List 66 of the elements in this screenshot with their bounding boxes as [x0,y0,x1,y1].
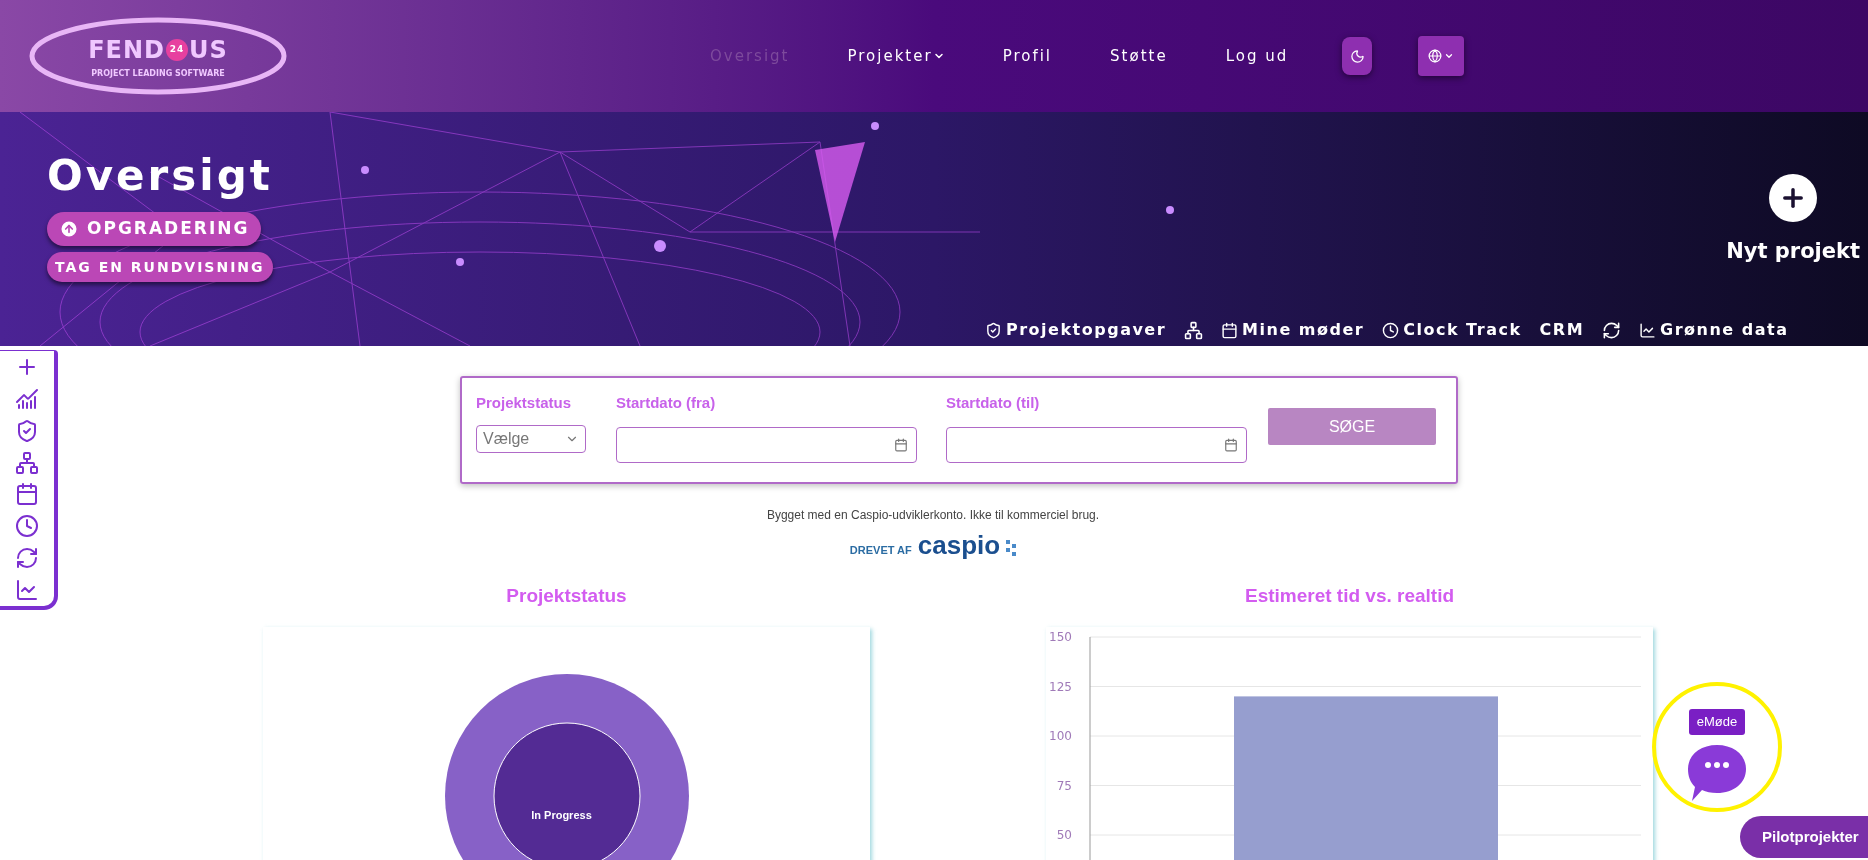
calendar-icon [894,437,908,452]
pilot-projects-button[interactable]: Pilotprojekter [1740,816,1868,858]
y-axis-tick: 150 [1049,629,1072,644]
developer-account-note: Bygget med en Caspio-udviklerkonto. Ikke til kommerciel brug. [766,507,1100,524]
date-input-field[interactable] [946,426,1247,463]
chart-icon [15,386,39,411]
page-title: Oversigt [47,150,273,202]
quick-link[interactable]: Mine møder [1221,318,1365,342]
logo-squares-icon [1006,538,1019,558]
sidebar-tool[interactable] [15,482,39,507]
team-cycle-icon [1602,320,1622,340]
quick-icon-link[interactable] [1184,320,1204,340]
chart-title: Estimeret tid vs. realtid [1243,584,1456,608]
hierarchy-icon [15,450,39,475]
chat-bubble-icon[interactable] [1686,742,1748,803]
y-axis-tick: 125 [1049,679,1072,693]
donut-label: In Progress [531,807,592,823]
logo-text: FEND [88,35,165,66]
caret-icon [1444,51,1455,61]
calendar-icon [1224,437,1238,452]
field-label: Startdato (fra) [616,393,717,413]
quick-icon-link[interactable] [1602,320,1622,340]
line-chart-icon [1639,321,1657,339]
quick-link[interactable]: Projektopgaver [985,318,1167,342]
new-project-button[interactable] [1769,174,1818,222]
quick-link[interactable]: Clock Track [1382,318,1522,342]
caspio-logo: caspio [917,532,1001,558]
arrow-up-icon [59,219,79,239]
chart-title: Projektstatus [505,584,628,608]
nav-link[interactable]: Støtte [1110,44,1168,68]
quick-link[interactable]: Grønne data [1639,318,1789,342]
sidebar-tool[interactable] [15,577,39,602]
calendar-icon [1221,321,1239,339]
tour-button[interactable]: TAG EN RUNDVISNING [47,252,273,282]
field-label: Startdato (til) [946,393,1041,413]
y-axis-tick: 100 [1049,728,1072,743]
logo-badge: 24 [166,39,188,61]
sidebar-tool[interactable] [15,450,39,475]
chat-tooltip: eMøde [1688,709,1746,735]
clock-icon [1382,321,1400,339]
line-chart-icon [15,577,39,602]
moon-icon [1349,48,1365,64]
upgrade-button[interactable]: OPGRADERING [47,212,262,246]
date-input-field[interactable] [616,426,917,463]
y-axis-tick: 75 [1056,778,1072,792]
dark-mode-button[interactable] [1342,37,1373,75]
logo-tagline: PROJECT LEADING SOFTWARE [91,68,225,80]
status-select[interactable]: Vælge [476,424,586,453]
quick-link[interactable]: CRM [1539,318,1585,342]
logo-text: US [189,35,228,66]
nav-link[interactable]: Projekter [847,44,945,68]
new-project-label: Nyt projekt [1726,238,1860,265]
field-label: Projektstatus [476,393,573,413]
y-axis-tick: 50 [1056,827,1072,842]
globe-icon [1428,49,1443,63]
team-cycle-icon [15,546,39,571]
hierarchy-icon [1184,320,1204,340]
nav-link[interactable]: Profil [1002,44,1053,68]
sidebar-tool[interactable] [15,546,39,571]
calendar-icon [15,482,39,507]
powered-by-label: DREVET AF [849,542,912,558]
language-button[interactable] [1418,36,1465,76]
sidebar-tool[interactable] [15,514,39,539]
nav-link[interactable]: Log ud [1225,44,1289,68]
sidebar-tool[interactable] [15,386,39,411]
clock-icon [15,514,39,539]
